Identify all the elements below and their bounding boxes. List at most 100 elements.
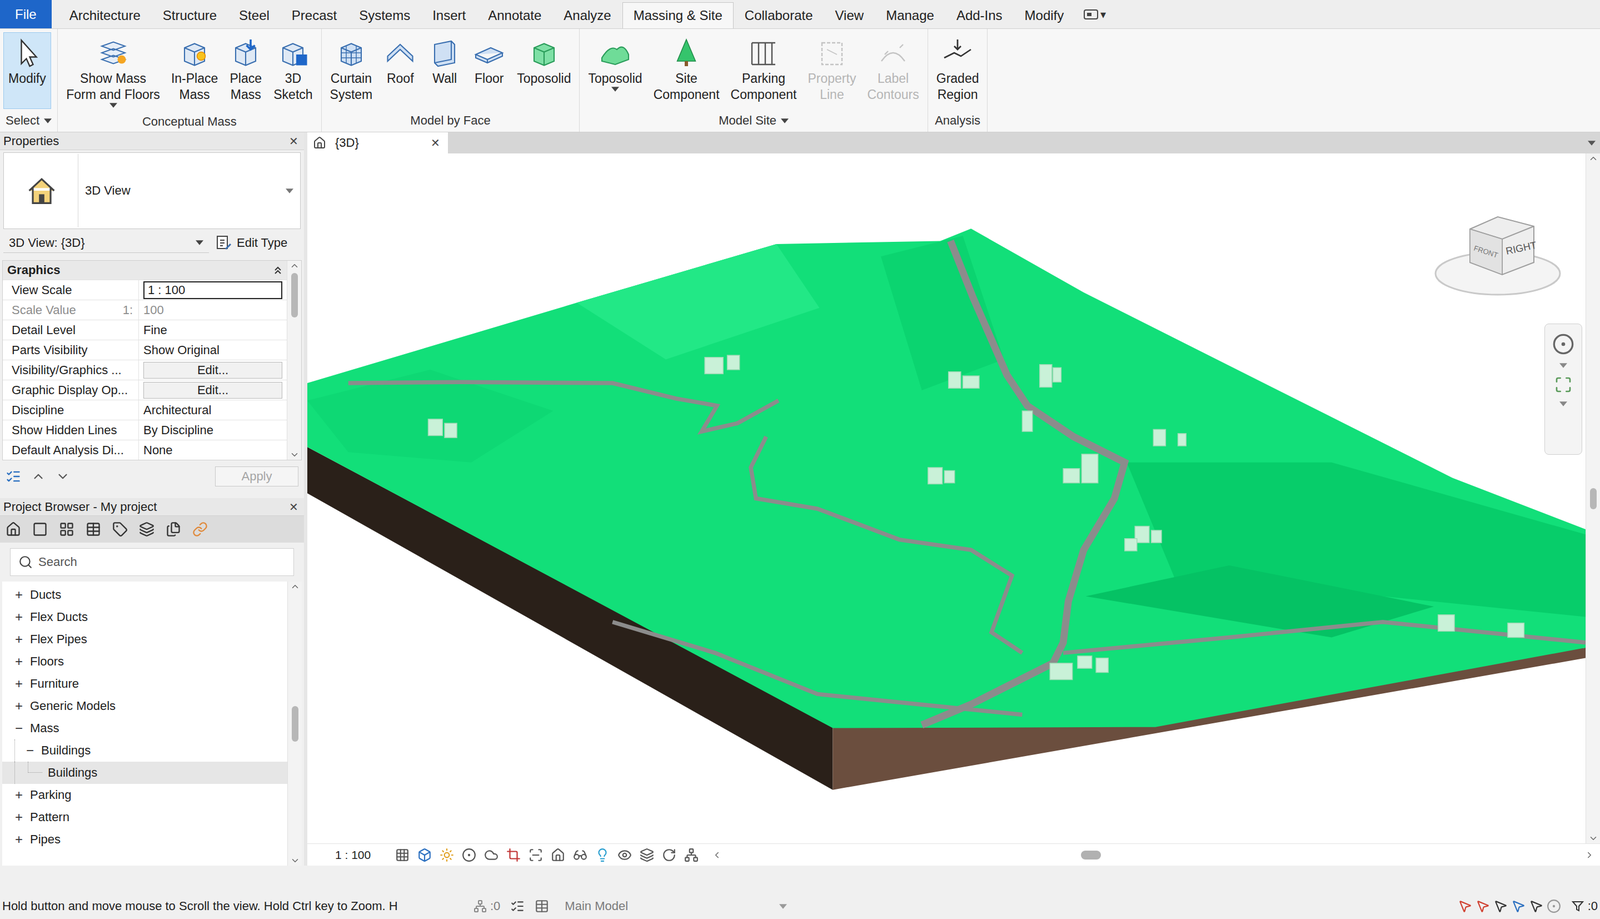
scroll-down-icon[interactable] [289,449,300,460]
ribbon-button[interactable]: Parking Component [725,32,802,107]
building-mass[interactable] [1438,614,1455,632]
property-value[interactable]: 1 : 100 [138,280,287,300]
ribbon-button[interactable]: Toposolid [582,32,647,96]
scroll-thumb[interactable] [1589,487,1597,510]
categorized-icon[interactable] [5,468,22,485]
sort-ascending-icon[interactable] [31,469,46,484]
tree-toggle[interactable]: + [10,586,28,603]
view-scale[interactable]: 1 : 100 [335,848,371,862]
ribbon-button[interactable]: In-Place Mass [166,32,223,107]
tree-item[interactable]: +Parking [2,783,288,806]
building-mass[interactable] [427,419,443,436]
property-value[interactable]: Fine [138,320,287,340]
browser-scrollbar[interactable] [287,581,302,866]
drag-elements-icon[interactable] [1528,898,1544,914]
building-mass[interactable] [727,355,740,370]
menu-tab[interactable]: Architecture [58,2,152,29]
scroll-down-icon[interactable] [290,855,301,866]
sheets-icon[interactable] [138,521,155,537]
design-options-icon[interactable] [510,898,525,914]
sort-descending-icon[interactable] [55,469,71,484]
building-mass[interactable] [944,470,955,483]
building-mass[interactable] [1151,530,1162,543]
menu-tab[interactable]: Precast [280,2,348,29]
ribbon-button[interactable]: Property Line [802,32,861,107]
quick-access-menu[interactable]: ▾ [1074,0,1115,29]
menu-tab[interactable]: Modify [1013,2,1076,29]
tree-item[interactable]: +Generic Models [2,694,288,717]
view-cube[interactable]: FRONTRIGHT [1431,206,1570,307]
menu-tab[interactable]: View [824,2,876,29]
scroll-thumb[interactable] [291,705,299,742]
tree-toggle[interactable]: − [21,742,39,759]
select-links-icon[interactable] [1457,898,1473,914]
families-icon[interactable] [165,521,182,537]
menu-tab[interactable]: Add-Ins [945,2,1014,29]
menu-tab[interactable]: Annotate [476,2,553,29]
ribbon-button[interactable]: Toposolid [511,32,576,91]
ribbon-button[interactable]: Modify [3,32,52,109]
ribbon-button[interactable]: Show Mass Form and Floors [61,32,166,112]
tree-toggle[interactable]: + [10,653,28,670]
ribbon-button[interactable]: Floor [467,32,511,91]
building-mass[interactable] [948,371,961,389]
zoom-icon[interactable] [1554,375,1573,394]
building-mass[interactable] [1095,658,1109,673]
close-tab-button[interactable]: ✕ [428,136,443,150]
building-mass[interactable] [1049,663,1073,680]
menu-tab[interactable]: Structure [151,2,228,29]
worksharing-icon[interactable] [639,847,655,862]
edit-type-button[interactable]: Edit Type [215,234,288,252]
select-pinned-icon[interactable] [1493,898,1508,914]
visual-style-icon[interactable] [417,847,432,862]
ribbon-button[interactable]: 3D Sketch [268,32,318,107]
render-icon[interactable] [484,847,499,862]
property-value[interactable]: Edit... [138,360,287,380]
building-mass[interactable] [1507,622,1524,638]
ribbon-panel-title[interactable]: Select [0,109,58,132]
shadows-icon[interactable] [461,847,477,862]
tag-icon[interactable] [112,521,128,537]
tree-toggle[interactable]: + [10,675,28,692]
sun-path-icon[interactable] [439,847,455,862]
ribbon-button[interactable]: Place Mass [223,32,268,107]
scroll-thumb[interactable] [1080,850,1101,860]
temporary-hide-icon[interactable] [572,847,588,862]
building-mass[interactable] [962,375,979,388]
filter[interactable]: :0 [1571,898,1598,914]
building-mass[interactable] [928,467,943,485]
terrain-model[interactable] [307,153,1586,844]
group-header[interactable]: Graphics [2,260,287,280]
type-selector[interactable]: 3D View [3,152,301,229]
scroll-up-icon[interactable] [1588,153,1599,164]
building-mass[interactable] [1063,468,1080,483]
building-mass[interactable] [1039,364,1053,388]
properties-scrollbar[interactable] [286,260,302,460]
property-value[interactable]: None [138,440,287,460]
tree-item[interactable]: +Floors [2,650,288,673]
menu-tab[interactable]: Insert [421,2,477,29]
scroll-left-icon[interactable] [711,849,722,860]
crop-region-icon[interactable] [528,847,543,862]
instance-dropdown[interactable]: 3D View: {3D} [3,232,209,253]
model-dropdown[interactable]: Main Model [559,898,793,914]
building-mass[interactable] [1081,454,1098,483]
building-mass[interactable] [1153,429,1166,446]
view-icon[interactable] [32,521,48,537]
scroll-up-icon[interactable] [289,260,300,271]
worksets[interactable]: :0 [473,898,501,914]
tree-item[interactable]: +Flex Pipes [2,627,288,651]
detail-level-icon[interactable] [395,847,410,862]
terrain-surface[interactable] [307,228,1586,728]
canvas-scrollbar[interactable] [1585,153,1600,844]
property-value[interactable]: Edit... [138,380,287,400]
tree-item[interactable]: −Mass [2,716,288,740]
menu-tab[interactable]: Steel [227,2,281,29]
link-icon[interactable] [192,521,208,537]
schedule-icon[interactable] [58,521,75,537]
view-tab[interactable]: {3D}✕ [307,132,448,154]
building-mass[interactable] [1053,367,1062,382]
ribbon-panel-title[interactable]: Model Site [579,109,927,132]
tree-item[interactable]: +Flex Ducts [2,605,288,628]
property-value[interactable]: Show Original [138,340,287,360]
